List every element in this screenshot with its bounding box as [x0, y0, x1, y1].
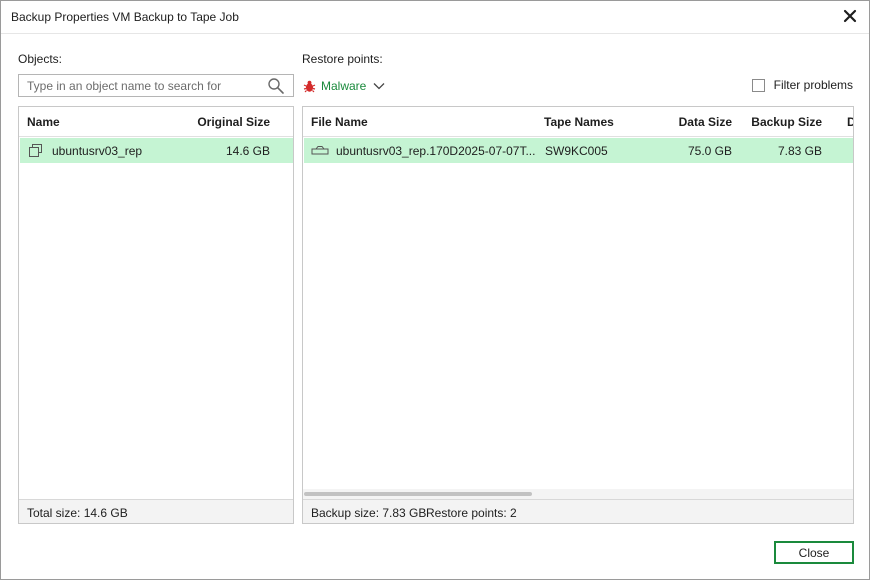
object-search-box[interactable]	[18, 74, 294, 97]
column-header-file-name[interactable]: File Name	[311, 115, 368, 129]
column-header-tape-names[interactable]: Tape Names	[544, 115, 614, 129]
close-icon[interactable]	[841, 7, 859, 25]
objects-panel: Name Original Size ubuntusrv03_rep 14.6 …	[18, 106, 294, 524]
restore-points-label: Restore points:	[302, 52, 383, 66]
restore-point-data-size: 75.0 GB	[687, 144, 732, 158]
malware-dropdown[interactable]: Malware	[302, 77, 385, 95]
malware-label: Malware	[321, 79, 367, 93]
column-header-truncated[interactable]: D	[847, 115, 853, 129]
column-header-original-size[interactable]: Original Size	[197, 115, 270, 129]
dialog-title: Backup Properties VM Backup to Tape Job	[11, 10, 239, 24]
restore-points-panel: File Name Tape Names Data Size Backup Si…	[302, 106, 854, 524]
object-name: ubuntusrv03_rep	[52, 144, 143, 158]
column-header-backup-size[interactable]: Backup Size	[751, 115, 822, 129]
column-header-name[interactable]: Name	[27, 115, 60, 129]
filter-problems-checkbox[interactable]	[751, 78, 765, 92]
objects-table-header: Name Original Size	[19, 107, 293, 137]
close-button[interactable]: Close	[774, 541, 854, 564]
restore-point-backup-size: 7.83 GB	[777, 144, 822, 158]
restore-points-footer: Backup size: 7.83 GB Restore points: 2	[303, 499, 853, 523]
backup-properties-dialog: Backup Properties VM Backup to Tape Job …	[0, 0, 870, 580]
objects-footer: Total size: 14.6 GB	[19, 499, 293, 523]
bug-icon	[303, 80, 316, 92]
object-original-size: 14.6 GB	[225, 144, 270, 158]
tape-icon	[311, 146, 329, 155]
object-search-input[interactable]	[19, 75, 263, 96]
search-icon[interactable]	[267, 77, 285, 95]
total-size-text: Total size: 14.6 GB	[27, 506, 128, 520]
table-row[interactable]: ubuntusrv03_rep 14.6 GB	[20, 138, 293, 163]
table-row[interactable]: ubuntusrv03_rep.170D2025-07-07T... SW9KC…	[304, 138, 853, 163]
scrollbar-thumb[interactable]	[304, 492, 532, 496]
column-header-data-size[interactable]: Data Size	[679, 115, 732, 129]
restore-point-file-name: ubuntusrv03_rep.170D2025-07-07T...	[336, 144, 536, 158]
vm-icon	[29, 144, 42, 157]
filter-problems-toggle[interactable]: Filter problems	[751, 78, 853, 92]
backup-size-text: Backup size: 7.83 GB	[311, 506, 427, 520]
horizontal-scrollbar[interactable]	[303, 489, 853, 499]
restore-point-tape-name: SW9KC005	[545, 144, 608, 158]
filter-problems-label: Filter problems	[773, 78, 853, 92]
restore-points-count-text: Restore points: 2	[426, 506, 517, 520]
restore-points-table-header: File Name Tape Names Data Size Backup Si…	[303, 107, 853, 137]
chevron-down-icon	[373, 83, 385, 90]
objects-label: Objects:	[18, 52, 63, 66]
title-bar: Backup Properties VM Backup to Tape Job	[1, 1, 869, 34]
